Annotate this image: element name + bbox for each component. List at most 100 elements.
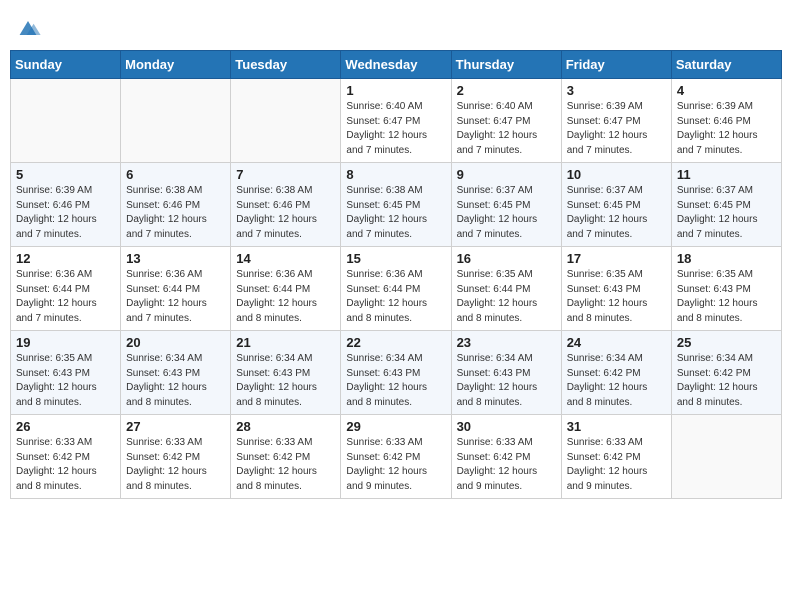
calendar-cell: 9 Sunrise: 6:37 AM Sunset: 6:45 PM Daylig… <box>451 163 561 247</box>
day-number: 1 <box>346 83 445 98</box>
weekday-header: Thursday <box>451 51 561 79</box>
calendar-cell: 26 Sunrise: 6:33 AM Sunset: 6:42 PM Dayli… <box>11 415 121 499</box>
calendar-cell: 12Sunrise: 6:36 AM Sunset: 6:44 PM Dayli… <box>11 247 121 331</box>
cell-info: Sunrise: 6:33 AM Sunset: 6:42 PM Dayligh… <box>457 436 556 494</box>
day-number: 13 <box>126 251 225 266</box>
cell-info: Sunrise: 6:36 AM Sunset: 6:44 PM Dayligh… <box>16 268 115 326</box>
day-number: 25 <box>677 335 776 350</box>
cell-info: Sunrise: 6:39 AM Sunset: 6:47 PM Dayligh… <box>567 100 666 158</box>
calendar-cell <box>671 415 781 499</box>
logo-icon <box>14 14 42 42</box>
calendar-cell <box>121 79 231 163</box>
cell-info: Sunrise: 6:37 AM Sunset: 6:45 PM Dayligh… <box>457 184 556 242</box>
logo <box>14 14 44 42</box>
day-number: 8 <box>346 167 445 182</box>
calendar-week-row: 5 Sunrise: 6:39 AM Sunset: 6:46 PM Daylig… <box>11 163 782 247</box>
calendar-week-row: 19Sunrise: 6:35 AM Sunset: 6:43 PM Dayli… <box>11 331 782 415</box>
calendar-cell: 22 Sunrise: 6:34 AM Sunset: 6:43 PM Dayli… <box>341 331 451 415</box>
calendar-cell: 2Sunrise: 6:40 AM Sunset: 6:47 PM Daylig… <box>451 79 561 163</box>
cell-info: Sunrise: 6:35 AM Sunset: 6:43 PM Dayligh… <box>677 268 776 326</box>
calendar-cell: 18 Sunrise: 6:35 AM Sunset: 6:43 PM Dayli… <box>671 247 781 331</box>
cell-info: Sunrise: 6:40 AM Sunset: 6:47 PM Dayligh… <box>457 100 556 158</box>
day-number: 28 <box>236 419 335 434</box>
day-number: 3 <box>567 83 666 98</box>
calendar-cell: 25 Sunrise: 6:34 AM Sunset: 6:42 PM Dayli… <box>671 331 781 415</box>
cell-info: Sunrise: 6:39 AM Sunset: 6:46 PM Dayligh… <box>677 100 776 158</box>
day-number: 10 <box>567 167 666 182</box>
calendar-cell: 6 Sunrise: 6:38 AM Sunset: 6:46 PM Daylig… <box>121 163 231 247</box>
calendar-week-row: 1 Sunrise: 6:40 AM Sunset: 6:47 PM Daylig… <box>11 79 782 163</box>
day-number: 11 <box>677 167 776 182</box>
day-number: 23 <box>457 335 556 350</box>
cell-info: Sunrise: 6:33 AM Sunset: 6:42 PM Dayligh… <box>567 436 666 494</box>
calendar-cell <box>11 79 121 163</box>
day-number: 17 <box>567 251 666 266</box>
day-number: 26 <box>16 419 115 434</box>
calendar-week-row: 26 Sunrise: 6:33 AM Sunset: 6:42 PM Dayli… <box>11 415 782 499</box>
day-number: 18 <box>677 251 776 266</box>
cell-info: Sunrise: 6:35 AM Sunset: 6:44 PM Dayligh… <box>457 268 556 326</box>
day-number: 21 <box>236 335 335 350</box>
weekday-header: Wednesday <box>341 51 451 79</box>
day-number: 16 <box>457 251 556 266</box>
calendar-cell: 30Sunrise: 6:33 AM Sunset: 6:42 PM Dayli… <box>451 415 561 499</box>
cell-info: Sunrise: 6:33 AM Sunset: 6:42 PM Dayligh… <box>16 436 115 494</box>
calendar-cell <box>231 79 341 163</box>
cell-info: Sunrise: 6:36 AM Sunset: 6:44 PM Dayligh… <box>126 268 225 326</box>
weekday-header: Saturday <box>671 51 781 79</box>
day-number: 9 <box>457 167 556 182</box>
cell-info: Sunrise: 6:37 AM Sunset: 6:45 PM Dayligh… <box>677 184 776 242</box>
cell-info: Sunrise: 6:38 AM Sunset: 6:45 PM Dayligh… <box>346 184 445 242</box>
cell-info: Sunrise: 6:38 AM Sunset: 6:46 PM Dayligh… <box>126 184 225 242</box>
calendar-cell: 31Sunrise: 6:33 AM Sunset: 6:42 PM Dayli… <box>561 415 671 499</box>
calendar-cell: 11 Sunrise: 6:37 AM Sunset: 6:45 PM Dayli… <box>671 163 781 247</box>
day-number: 15 <box>346 251 445 266</box>
cell-info: Sunrise: 6:34 AM Sunset: 6:42 PM Dayligh… <box>677 352 776 410</box>
calendar-cell: 8 Sunrise: 6:38 AM Sunset: 6:45 PM Daylig… <box>341 163 451 247</box>
weekday-header: Sunday <box>11 51 121 79</box>
day-number: 24 <box>567 335 666 350</box>
day-number: 14 <box>236 251 335 266</box>
calendar-cell: 4 Sunrise: 6:39 AM Sunset: 6:46 PM Daylig… <box>671 79 781 163</box>
cell-info: Sunrise: 6:37 AM Sunset: 6:45 PM Dayligh… <box>567 184 666 242</box>
calendar-cell: 7 Sunrise: 6:38 AM Sunset: 6:46 PM Daylig… <box>231 163 341 247</box>
weekday-header-row: SundayMondayTuesdayWednesdayThursdayFrid… <box>11 51 782 79</box>
day-number: 20 <box>126 335 225 350</box>
calendar-cell: 20 Sunrise: 6:34 AM Sunset: 6:43 PM Dayli… <box>121 331 231 415</box>
day-number: 27 <box>126 419 225 434</box>
calendar-cell: 17Sunrise: 6:35 AM Sunset: 6:43 PM Dayli… <box>561 247 671 331</box>
weekday-header: Friday <box>561 51 671 79</box>
cell-info: Sunrise: 6:35 AM Sunset: 6:43 PM Dayligh… <box>16 352 115 410</box>
calendar-cell: 24Sunrise: 6:34 AM Sunset: 6:42 PM Dayli… <box>561 331 671 415</box>
day-number: 6 <box>126 167 225 182</box>
calendar-cell: 21 Sunrise: 6:34 AM Sunset: 6:43 PM Dayli… <box>231 331 341 415</box>
day-number: 7 <box>236 167 335 182</box>
page-header <box>10 10 782 42</box>
day-number: 5 <box>16 167 115 182</box>
day-number: 4 <box>677 83 776 98</box>
cell-info: Sunrise: 6:34 AM Sunset: 6:43 PM Dayligh… <box>236 352 335 410</box>
cell-info: Sunrise: 6:38 AM Sunset: 6:46 PM Dayligh… <box>236 184 335 242</box>
weekday-header: Monday <box>121 51 231 79</box>
day-number: 29 <box>346 419 445 434</box>
cell-info: Sunrise: 6:33 AM Sunset: 6:42 PM Dayligh… <box>236 436 335 494</box>
cell-info: Sunrise: 6:40 AM Sunset: 6:47 PM Dayligh… <box>346 100 445 158</box>
cell-info: Sunrise: 6:36 AM Sunset: 6:44 PM Dayligh… <box>236 268 335 326</box>
cell-info: Sunrise: 6:34 AM Sunset: 6:43 PM Dayligh… <box>126 352 225 410</box>
calendar-cell: 19Sunrise: 6:35 AM Sunset: 6:43 PM Dayli… <box>11 331 121 415</box>
cell-info: Sunrise: 6:34 AM Sunset: 6:43 PM Dayligh… <box>457 352 556 410</box>
day-number: 22 <box>346 335 445 350</box>
cell-info: Sunrise: 6:34 AM Sunset: 6:43 PM Dayligh… <box>346 352 445 410</box>
calendar-cell: 29 Sunrise: 6:33 AM Sunset: 6:42 PM Dayli… <box>341 415 451 499</box>
calendar-cell: 1 Sunrise: 6:40 AM Sunset: 6:47 PM Daylig… <box>341 79 451 163</box>
calendar-cell: 13 Sunrise: 6:36 AM Sunset: 6:44 PM Dayli… <box>121 247 231 331</box>
cell-info: Sunrise: 6:39 AM Sunset: 6:46 PM Dayligh… <box>16 184 115 242</box>
calendar-cell: 14 Sunrise: 6:36 AM Sunset: 6:44 PM Dayli… <box>231 247 341 331</box>
calendar-table: SundayMondayTuesdayWednesdayThursdayFrid… <box>10 50 782 499</box>
calendar-cell: 10 Sunrise: 6:37 AM Sunset: 6:45 PM Dayli… <box>561 163 671 247</box>
cell-info: Sunrise: 6:36 AM Sunset: 6:44 PM Dayligh… <box>346 268 445 326</box>
cell-info: Sunrise: 6:33 AM Sunset: 6:42 PM Dayligh… <box>346 436 445 494</box>
calendar-cell: 5 Sunrise: 6:39 AM Sunset: 6:46 PM Daylig… <box>11 163 121 247</box>
calendar-week-row: 12Sunrise: 6:36 AM Sunset: 6:44 PM Dayli… <box>11 247 782 331</box>
calendar-cell: 23 Sunrise: 6:34 AM Sunset: 6:43 PM Dayli… <box>451 331 561 415</box>
